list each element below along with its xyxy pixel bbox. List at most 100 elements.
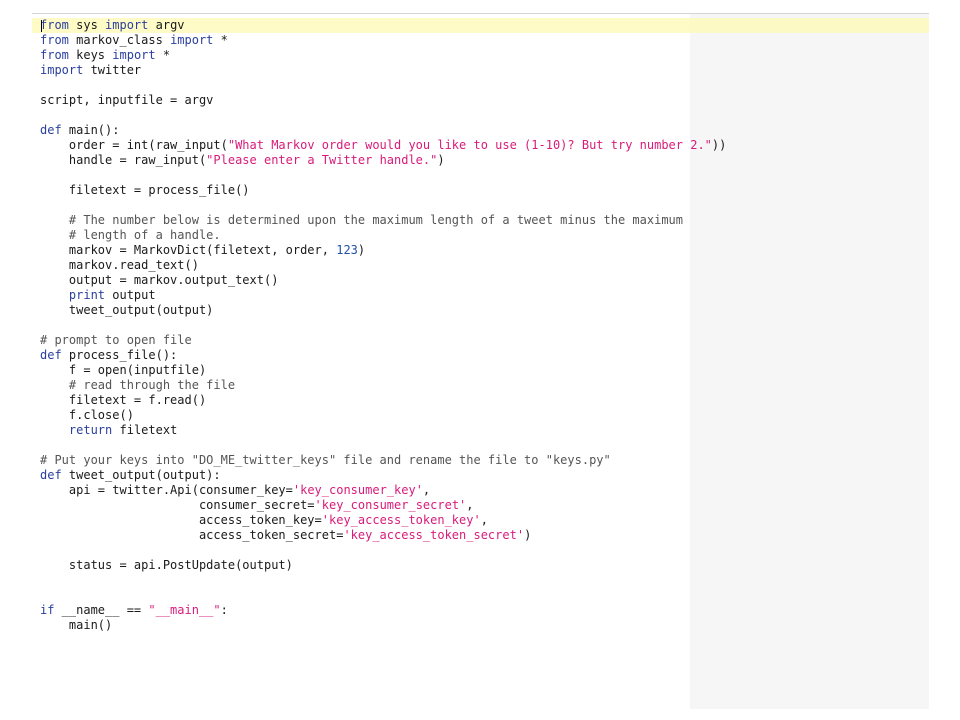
code-line[interactable]: from sys import argv [32, 18, 929, 33]
code-line[interactable]: ​ [32, 78, 929, 93]
code-token: argv [148, 18, 185, 32]
code-token: handle = raw_input( [40, 153, 207, 167]
code-token: f = open(inputfile) [40, 363, 207, 377]
code-token: * [155, 48, 171, 62]
code-token: : [220, 603, 228, 617]
code-token: print [68, 288, 106, 302]
code-area[interactable]: from sys import argv from markov_class im… [32, 18, 929, 633]
code-line[interactable]: def main(): [32, 123, 929, 138]
code-line[interactable]: ​ [32, 573, 929, 588]
code-token: output = markov.output_text() [40, 273, 279, 287]
code-token: )) [711, 138, 727, 152]
code-line[interactable]: ​ [32, 168, 929, 183]
code-line[interactable]: handle = raw_input("Please enter a Twitt… [32, 153, 929, 168]
code-line[interactable]: # prompt to open file [32, 333, 929, 348]
code-token: main() [40, 618, 113, 632]
code-token: "What Markov order would you like to use… [227, 138, 712, 152]
code-line[interactable]: ​ [32, 543, 929, 558]
code-token: 'key_access_token_secret' [343, 528, 525, 542]
code-token: , [466, 498, 474, 512]
code-line[interactable]: ​ [32, 438, 929, 453]
code-line[interactable]: output = markov.output_text() [32, 273, 929, 288]
code-line[interactable]: # Put your keys into "DO_ME_twitter_keys… [32, 453, 929, 468]
code-line[interactable]: return filetext [32, 423, 929, 438]
code-token: import [112, 48, 156, 62]
code-token: 'key_consumer_secret' [314, 498, 467, 512]
code-line[interactable]: filetext = f.read() [32, 393, 929, 408]
code-line[interactable]: ​ [32, 588, 929, 603]
code-line[interactable]: # length of a handle. [32, 228, 929, 243]
code-line[interactable]: markov = MarkovDict(filetext, order, 123… [32, 243, 929, 258]
code-token: tweet_output(output) [40, 303, 214, 317]
code-token: from [40, 33, 69, 47]
code-line[interactable]: script, inputfile = argv [32, 93, 929, 108]
code-line[interactable]: markov.read_text() [32, 258, 929, 273]
code-line[interactable]: main() [32, 618, 929, 633]
code-token: from [40, 18, 69, 32]
code-token: sys [68, 18, 106, 32]
code-token: def [40, 348, 62, 362]
code-token: # length of a handle. [40, 228, 221, 242]
code-line[interactable]: f = open(inputfile) [32, 363, 929, 378]
code-line[interactable]: # The number below is determined upon th… [32, 213, 929, 228]
code-line[interactable]: filetext = process_file() [32, 183, 929, 198]
code-line[interactable]: api = twitter.Api(consumer_key='key_cons… [32, 483, 929, 498]
code-token: markov_class [68, 33, 171, 47]
code-line[interactable]: status = api.PostUpdate(output) [32, 558, 929, 573]
code-token: 'key_access_token_key' [321, 513, 481, 527]
code-token: filetext = process_file() [40, 183, 250, 197]
code-token: __name__ == [54, 603, 149, 617]
code-token: output [105, 288, 156, 302]
code-token: "Please enter a Twitter handle." [206, 153, 438, 167]
code-line[interactable]: def process_file(): [32, 348, 929, 363]
code-line[interactable]: import twitter [32, 63, 929, 78]
code-token: keys [68, 48, 113, 62]
code-token: * [213, 33, 228, 47]
code-token: filetext [112, 423, 178, 437]
code-line[interactable]: ​ [32, 108, 929, 123]
code-token: process_file(): [61, 348, 178, 362]
code-line[interactable]: def tweet_output(output): [32, 468, 929, 483]
code-token: from [40, 48, 69, 62]
code-token: markov = MarkovDict(filetext, order, [40, 243, 337, 257]
code-line[interactable]: access_token_key='key_access_token_key', [32, 513, 929, 528]
code-token: # read through the file [40, 378, 236, 392]
code-token: markov.read_text() [40, 258, 199, 272]
code-line[interactable]: if __name__ == "__main__": [32, 603, 929, 618]
code-editor[interactable]: from sys import argv from markov_class im… [32, 13, 929, 709]
code-line[interactable]: # read through the file [32, 378, 929, 393]
code-token: , [422, 483, 431, 497]
code-token: tweet_output(output): [61, 468, 221, 482]
code-line[interactable]: order = int(raw_input("What Markov order… [32, 138, 929, 153]
code-line[interactable]: ​ [32, 318, 929, 333]
code-token: consumer_secret= [40, 498, 315, 512]
code-token: main(): [61, 123, 120, 137]
text-caret [41, 20, 42, 32]
code-token: filetext = f.read() [40, 393, 207, 407]
code-token: 123 [336, 243, 358, 257]
code-line[interactable]: print output [32, 288, 929, 303]
code-token: def [40, 468, 62, 482]
code-token: access_token_key= [40, 513, 322, 527]
code-token: 'key_consumer_key' [292, 483, 423, 497]
code-line[interactable]: from markov_class import * [32, 33, 929, 48]
code-token: import [170, 33, 214, 47]
code-token: import [105, 18, 149, 32]
code-line[interactable]: f.close() [32, 408, 929, 423]
code-line[interactable]: tweet_output(output) [32, 303, 929, 318]
code-line[interactable]: from keys import * [32, 48, 929, 63]
code-line[interactable]: access_token_secret='key_access_token_se… [32, 528, 929, 543]
code-token: status = api.PostUpdate(output) [40, 558, 293, 572]
code-line[interactable]: ​ [32, 198, 929, 213]
code-line[interactable]: consumer_secret='key_consumer_secret', [32, 498, 929, 513]
code-token: # prompt to open file [40, 333, 192, 347]
code-token: script, inputfile = argv [40, 93, 214, 107]
code-token: import [40, 63, 84, 77]
code-token: def [40, 123, 62, 137]
code-token: f.close() [40, 408, 134, 422]
code-token: api = twitter.Api(consumer_key= [40, 483, 293, 497]
code-token: return [68, 423, 113, 437]
code-token: # Put your keys into "DO_ME_twitter_keys… [40, 453, 611, 467]
